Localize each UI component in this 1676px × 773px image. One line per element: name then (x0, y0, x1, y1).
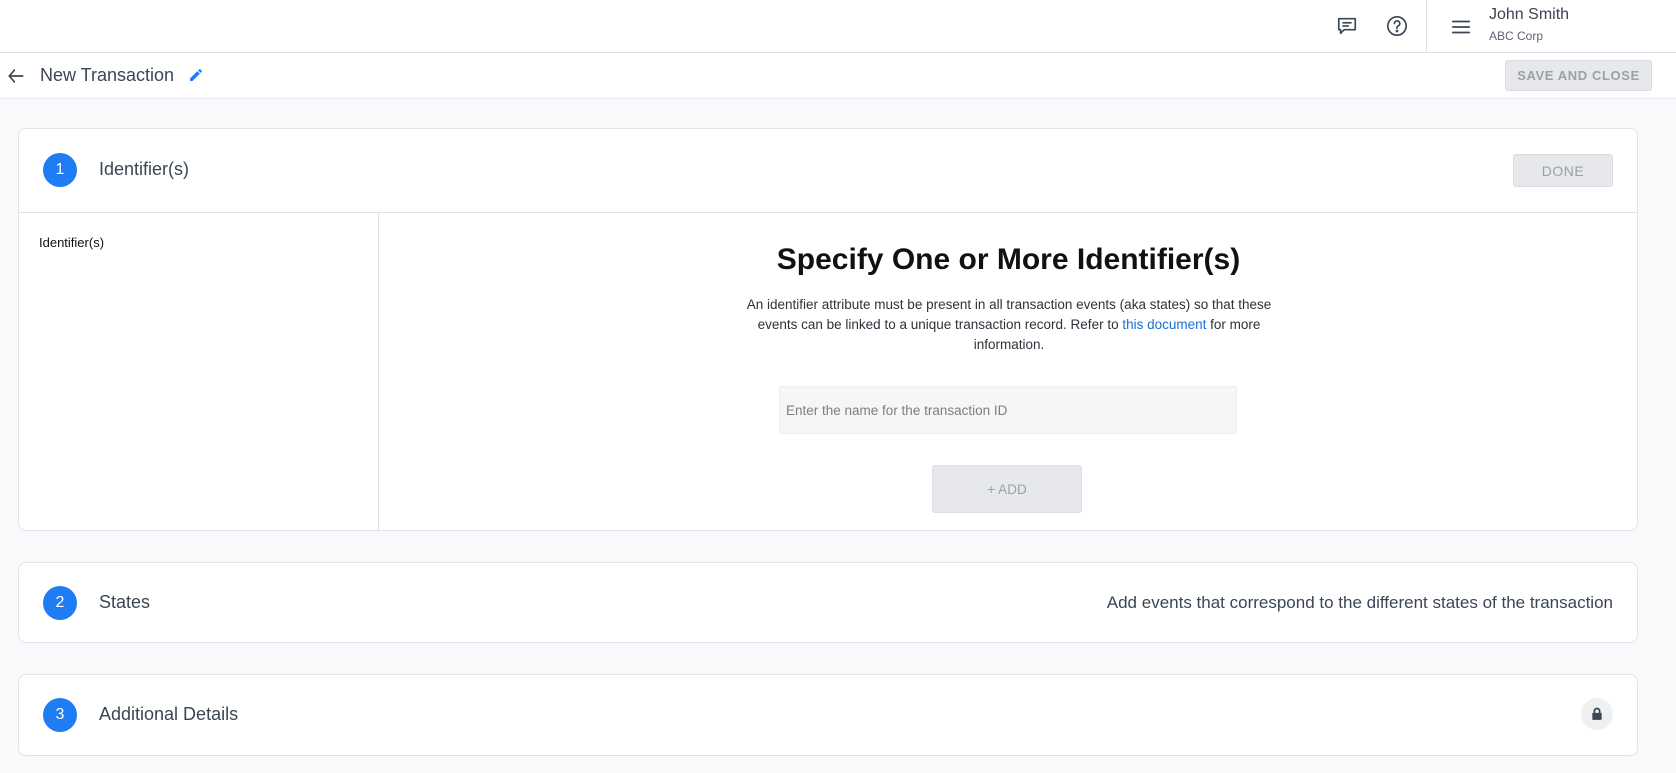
chat-icon[interactable] (1333, 12, 1361, 40)
step-number-badge: 1 (43, 153, 77, 187)
help-icon[interactable] (1383, 12, 1411, 40)
step-title: States (99, 592, 151, 612)
add-identifier-button[interactable]: + ADD (932, 465, 1082, 513)
content-area: 1 Identifier(s) DONE Identifier(s) Speci… (0, 99, 1676, 773)
top-bar: John Smith ABC Corp (0, 0, 1676, 53)
user-name: John Smith (1489, 6, 1570, 23)
document-link[interactable]: this document (1122, 317, 1206, 332)
section-heading: Specify One or More Identifier(s) (776, 243, 1241, 276)
sidebar-item-identifiers[interactable]: Identifier(s) (39, 235, 104, 250)
step-identifiers-card: 1 Identifier(s) DONE Identifier(s) Speci… (18, 128, 1638, 531)
step-additional-details-card[interactable]: 3 Additional Details (18, 674, 1638, 756)
done-button[interactable]: DONE (1513, 154, 1613, 187)
step-states-card[interactable]: 2 States Add events that correspond to t… (18, 562, 1638, 643)
transaction-id-input[interactable] (779, 386, 1237, 434)
page-title: New Transaction (40, 65, 175, 85)
step-number-badge: 2 (43, 586, 77, 620)
identifier-sidebar: Identifier(s) (19, 213, 379, 530)
edit-pencil-icon[interactable] (186, 65, 206, 85)
step-number-badge: 3 (43, 698, 77, 732)
identifier-main-panel: Specify One or More Identifier(s) An ide… (380, 213, 1637, 530)
step-title: Additional Details (99, 704, 239, 724)
menu-icon[interactable] (1447, 13, 1475, 41)
states-hint: Add events that correspond to the differ… (1106, 593, 1613, 612)
back-arrow-icon[interactable] (4, 64, 28, 88)
save-and-close-button[interactable]: SAVE AND CLOSE (1505, 60, 1652, 91)
step-header[interactable]: 1 Identifier(s) DONE (19, 129, 1637, 211)
section-description: An identifier attribute must be present … (734, 295, 1284, 355)
lock-icon (1581, 698, 1613, 730)
user-menu[interactable]: John Smith ABC Corp (1426, 0, 1676, 53)
step-body: Identifier(s) Specify One or More Identi… (19, 212, 1637, 530)
title-bar: New Transaction SAVE AND CLOSE (0, 53, 1676, 99)
user-org: ABC Corp (1489, 29, 1544, 43)
step-title: Identifier(s) (99, 159, 190, 179)
